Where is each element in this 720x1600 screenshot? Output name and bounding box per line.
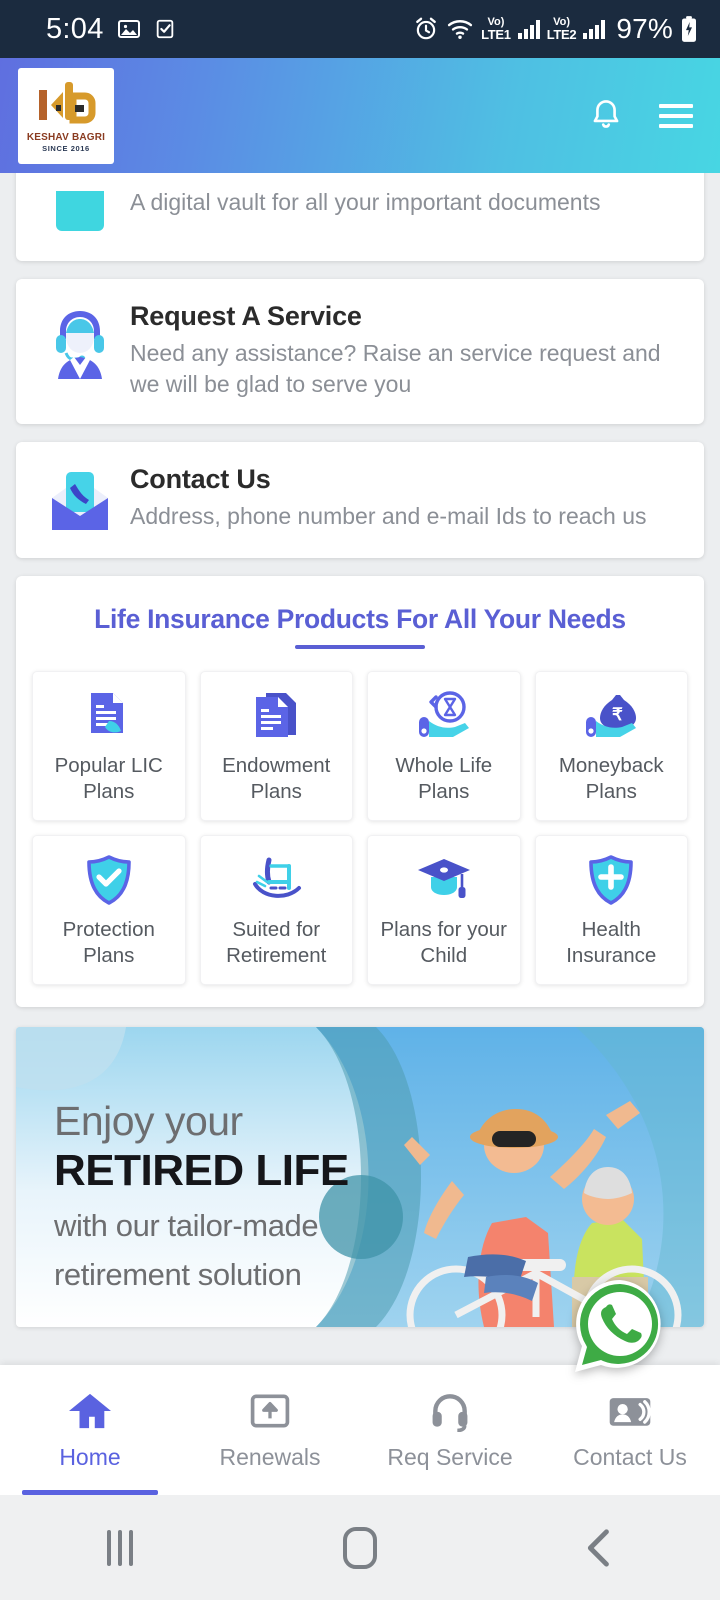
hourglass-hand-icon [415,687,473,745]
nav-item-contact-us[interactable]: Contact Us [540,1365,720,1495]
card-title: Request A Service [130,301,362,331]
documents-stack-icon [250,687,302,745]
recents-icon[interactable] [75,1513,165,1583]
products-section: Life Insurance Products For All Your Nee… [16,576,704,1008]
card-title: Contact Us [130,464,271,495]
sim2-label: LTE2 [546,27,577,42]
nav-label: Contact Us [573,1443,687,1470]
whatsapp-icon[interactable] [568,1274,672,1378]
status-bar-left: 5:04 [46,13,176,46]
volte-lte1-icon: Vo) LTE1 [481,17,511,42]
document-star-icon [83,687,135,745]
back-chevron-icon[interactable] [555,1513,645,1583]
card-body: Request A Service Need any assistance? R… [126,301,686,400]
contact-envelope-icon [34,464,126,534]
graduation-cap-icon [415,851,473,909]
product-label: Moneyback Plans [558,754,664,804]
product-tile-whole-life-plans[interactable]: Whole Life Plans [367,671,521,822]
banner-line-2: RETIRED LIFE [54,1146,349,1196]
product-label: Plans for your Child [380,918,507,968]
battery-percent: 97% [616,13,673,44]
bottom-navigation: Home Renewals Req Service Contact Us [0,1365,720,1495]
shield-plus-icon [585,851,637,909]
card-digital-vault[interactable]: A digital vault for all your important d… [16,173,704,261]
product-tile-popular-lic-plans[interactable]: Popular LIC Plans [32,671,186,822]
android-navigation-bar [0,1495,720,1600]
product-label: Health Insurance [566,918,657,968]
product-tile-endowment-plans[interactable]: Endowment Plans [199,671,353,822]
product-tile-health-insurance[interactable]: Health Insurance [534,835,688,986]
image-icon [117,20,140,38]
product-label: Endowment Plans [222,754,331,804]
card-request-a-service[interactable]: Request A Service Need any assistance? R… [16,279,704,425]
card-body: Contact Us Address, phone number and e-m… [126,464,686,532]
product-tile-moneyback-plans[interactable]: ₹ Moneyback Plans [534,671,688,822]
shield-check-icon [83,851,135,909]
nav-label: Req Service [387,1443,513,1470]
status-time: 5:04 [46,12,104,45]
heading-underline [295,645,425,650]
card-contact-us[interactable]: Contact Us Address, phone number and e-m… [16,442,704,559]
product-tile-protection-plans[interactable]: Protection Plans [32,835,186,986]
app-screen: 5:04 Vo) LTE1 Vo) LTE2 97% KESHAV BAGRI … [0,0,720,1600]
status-bar: 5:04 Vo) LTE1 Vo) LTE2 97% [0,0,720,58]
brand-logo[interactable]: KESHAV BAGRI SINCE 2016 [18,67,114,164]
sim1-label: LTE1 [481,27,511,42]
bell-icon[interactable] [586,96,626,136]
rocking-chair-icon [247,851,305,909]
headset-icon [432,1393,468,1432]
product-tile-suited-for-retirement[interactable]: Suited for Retirement [199,835,353,986]
products-grid: Popular LIC Plans Endowment Plans Whole … [32,671,688,986]
card-description: A digital vault for all your important d… [130,189,601,215]
status-bar-right: Vo) LTE1 Vo) LTE2 97% [413,13,698,45]
checkbox-icon [156,19,173,39]
contact-card-icon [609,1397,651,1426]
support-agent-icon [34,301,126,383]
money-bag-hand-icon: ₹ [582,687,640,745]
wifi-icon [447,20,473,40]
nav-label: Home [59,1443,121,1470]
product-tile-plans-for-your-child[interactable]: Plans for your Child [367,835,521,986]
product-label: Popular LIC Plans [54,754,163,804]
nav-item-home[interactable]: Home [0,1365,180,1495]
card-description: Need any assistance? Raise an service re… [130,340,661,398]
hamburger-menu-icon[interactable] [656,96,696,136]
banner-line-4: retirement solution [54,1256,302,1292]
volte-lte2-icon: Vo) LTE2 [546,17,577,42]
banner-line-3: with our tailor-made [54,1207,319,1243]
product-label: Suited for Retirement [226,918,327,968]
nav-label: Renewals [219,1443,321,1470]
kb-monogram-icon [39,81,96,123]
nav-item-req-service[interactable]: Req Service [360,1365,540,1495]
app-header: KESHAV BAGRI SINCE 2016 [0,58,720,173]
nav-item-renewals[interactable]: Renewals [180,1365,360,1495]
digital-vault-icon [34,187,126,237]
product-label: Protection Plans [62,918,155,968]
alarm-icon [416,17,436,40]
app-header-actions [586,96,696,136]
svg-text:₹: ₹ [612,705,623,724]
renewals-upload-icon [250,1394,290,1427]
banner-line-1: Enjoy your [54,1098,243,1145]
brand-name: KESHAV BAGRI [26,131,106,143]
card-description: Address, phone number and e-mail Ids to … [130,503,647,530]
signal-lte1-icon [517,19,540,39]
signal-lte2-icon [583,19,606,39]
home-pill-icon[interactable] [315,1513,405,1583]
home-icon [69,1393,111,1428]
products-heading: Life Insurance Products For All Your Nee… [94,604,626,635]
banner-text: Enjoy your RETIRED LIFE with our tailor-… [54,1098,349,1294]
battery-charging-icon [682,16,696,42]
page-content[interactable]: A digital vault for all your important d… [0,173,720,1365]
product-label: Whole Life Plans [395,754,493,804]
card-body: A digital vault for all your important d… [126,187,686,218]
brand-since: SINCE 2016 [42,143,90,153]
